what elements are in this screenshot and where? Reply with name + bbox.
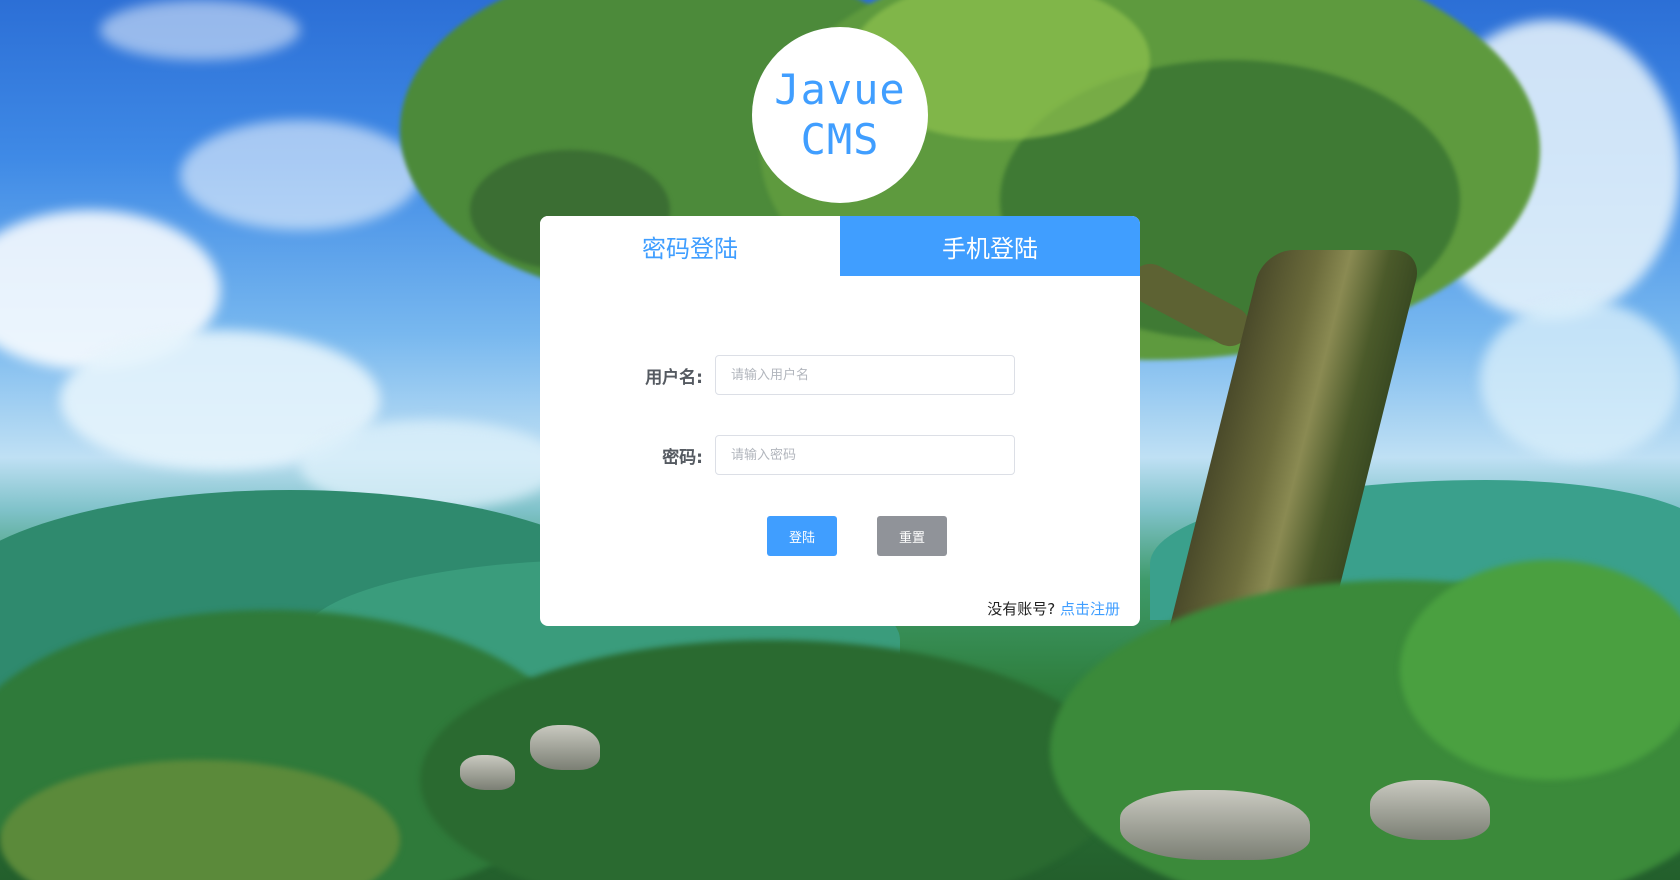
register-prompt-text: 没有账号? <box>987 600 1056 618</box>
username-input[interactable] <box>715 355 1015 395</box>
tab-phone-login[interactable]: 手机登陆 <box>840 216 1140 276</box>
register-link[interactable]: 点击注册 <box>1060 600 1120 618</box>
reset-button[interactable]: 重置 <box>877 516 947 556</box>
register-prompt: 没有账号? 点击注册 <box>987 598 1120 619</box>
logo-text-line1: Javue <box>774 65 906 114</box>
login-card: 密码登陆 手机登陆 用户名: 密码: 登陆 重置 没有账号? 点击注册 <box>540 216 1140 626</box>
logo: Javue CMS <box>752 27 928 203</box>
tab-password-login[interactable]: 密码登陆 <box>540 216 840 276</box>
username-row: 用户名: <box>540 355 1140 395</box>
password-row: 密码: <box>540 435 1140 475</box>
password-label: 密码: <box>662 447 703 468</box>
password-input[interactable] <box>715 435 1015 475</box>
login-button[interactable]: 登陆 <box>767 516 837 556</box>
logo-text-line2: CMS <box>800 115 880 164</box>
username-label: 用户名: <box>645 367 703 388</box>
login-tabs: 密码登陆 手机登陆 <box>540 216 1140 276</box>
login-page: Javue CMS 密码登陆 手机登陆 用户名: 密码: 登陆 重置 没有账号?… <box>0 0 1680 880</box>
